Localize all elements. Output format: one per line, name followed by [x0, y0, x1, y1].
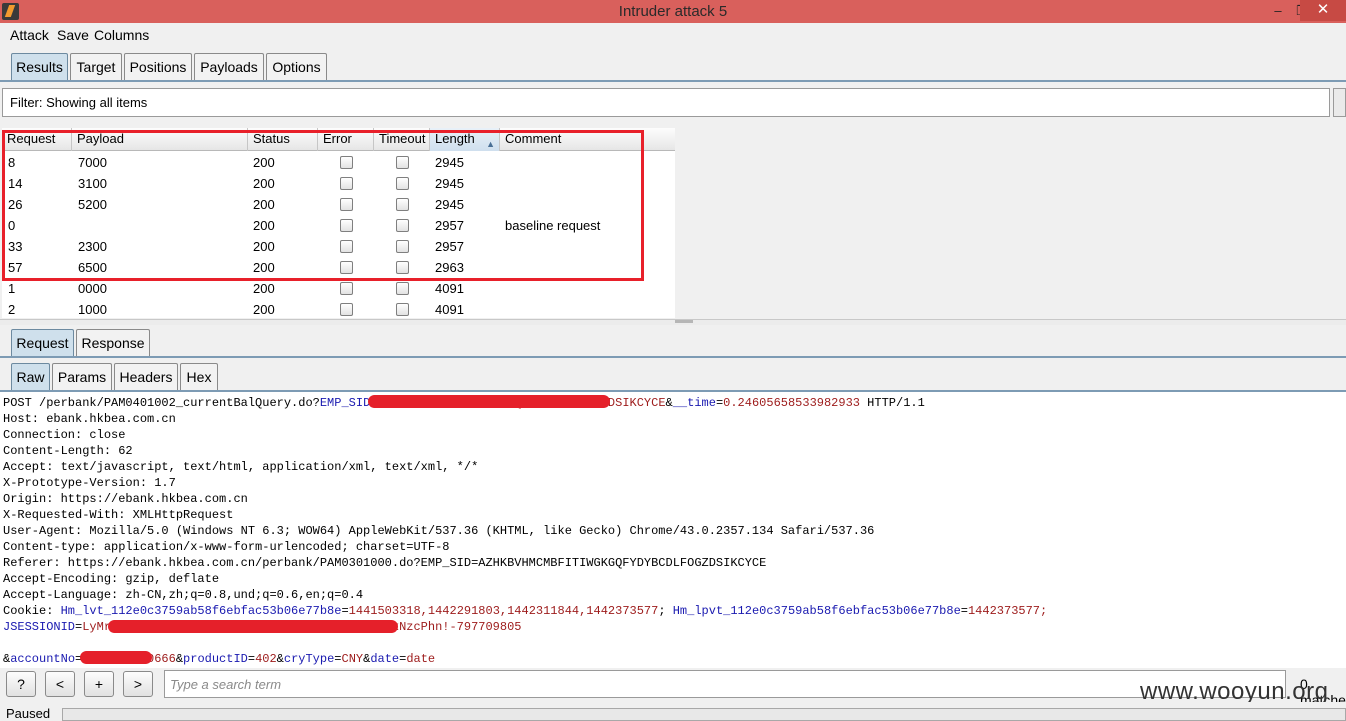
- request-body: &accountNo=xxxxxxxx00666&productID=402&c…: [3, 652, 436, 666]
- menu-bar: Attack Save Columns: [0, 24, 1346, 46]
- header-accept-encoding: Accept-Encoding: gzip, deflate: [3, 572, 220, 586]
- cell-length: 4091: [435, 302, 464, 317]
- header-content-type: Content-type: application/x-www-form-url…: [3, 540, 450, 554]
- timeout-checkbox[interactable]: [396, 282, 409, 295]
- error-checkbox[interactable]: [340, 282, 353, 295]
- raw-request-pane[interactable]: POST /perbank/PAM0401002_currentBalQuery…: [0, 392, 1346, 668]
- tab-request[interactable]: Request: [11, 329, 74, 356]
- filter-text: Filter: Showing all items: [10, 95, 148, 110]
- cell-status: 200: [253, 302, 275, 317]
- status-text: Paused: [6, 706, 51, 721]
- header-x-prototype-version: X-Prototype-Version: 1.7: [3, 476, 176, 490]
- header-accept-language: Accept-Language: zh-CN,zh;q=0.8,und;q=0.…: [3, 588, 364, 602]
- header-host: Host: ebank.hkbea.com.cn: [3, 412, 176, 426]
- redaction-mark: [368, 395, 610, 408]
- highlight-box: [2, 130, 644, 281]
- cell-payload: 0000: [78, 281, 107, 296]
- header-origin: Origin: https://ebank.hkbea.com.cn: [3, 492, 248, 506]
- cell-request: 2: [8, 302, 16, 317]
- help-button[interactable]: ?: [6, 671, 36, 697]
- window-title: Intruder attack 5: [618, 3, 728, 20]
- timeout-checkbox[interactable]: [396, 303, 409, 316]
- header-cookie: Cookie: Hm_lvt_112e0c3759ab58f6ebfac53b0…: [3, 604, 1048, 618]
- header-x-requested-with: X-Requested-With: XMLHttpRequest: [3, 508, 234, 522]
- table-row[interactable]: 2 1000 200 4091: [2, 299, 675, 318]
- tab-payloads[interactable]: Payloads: [194, 53, 264, 80]
- tab-raw[interactable]: Raw: [11, 363, 50, 390]
- add-button[interactable]: +: [84, 671, 114, 697]
- header-connection: Connection: close: [3, 428, 126, 442]
- tab-hex[interactable]: Hex: [180, 363, 218, 390]
- splitter-grip-icon[interactable]: [675, 320, 693, 323]
- header-referer: Referer: https://ebank.hkbea.com.cn/perb…: [3, 556, 767, 570]
- filter-help-button[interactable]: [1333, 88, 1346, 117]
- tab-params[interactable]: Params: [52, 363, 112, 390]
- redaction-mark: [108, 620, 398, 633]
- tab-response[interactable]: Response: [76, 329, 150, 356]
- cell-request: 1: [8, 281, 16, 296]
- minimize-icon[interactable]: –: [1268, 2, 1288, 20]
- close-icon[interactable]: ✕: [1300, 0, 1346, 21]
- previous-match-button[interactable]: <: [45, 671, 75, 697]
- next-match-button[interactable]: >: [123, 671, 153, 697]
- menu-save[interactable]: Save: [57, 27, 89, 43]
- tab-underline: [0, 80, 1346, 82]
- table-row[interactable]: 1 0000 200 4091: [2, 278, 675, 299]
- error-checkbox[interactable]: [340, 303, 353, 316]
- pane-splitter[interactable]: [0, 319, 1346, 325]
- tab-options[interactable]: Options: [266, 53, 327, 80]
- tab-results[interactable]: Results: [11, 53, 68, 80]
- reqresp-tab-underline: [0, 356, 1346, 358]
- burp-app-icon: [2, 3, 19, 20]
- tab-target[interactable]: Target: [70, 53, 122, 80]
- tab-headers[interactable]: Headers: [114, 363, 178, 390]
- header-user-agent: User-Agent: Mozilla/5.0 (Windows NT 6.3;…: [3, 524, 875, 538]
- filter-bar[interactable]: Filter: Showing all items: [2, 88, 1330, 117]
- tab-positions[interactable]: Positions: [124, 53, 192, 80]
- cell-status: 200: [253, 281, 275, 296]
- header-accept: Accept: text/javascript, text/html, appl…: [3, 460, 479, 474]
- cell-payload: 1000: [78, 302, 107, 317]
- menu-attack[interactable]: Attack: [10, 27, 49, 43]
- cell-length: 4091: [435, 281, 464, 296]
- menu-columns[interactable]: Columns: [94, 27, 149, 43]
- title-bar: Intruder attack 5: [0, 0, 1346, 23]
- header-content-length: Content-Length: 62: [3, 444, 133, 458]
- search-input[interactable]: [164, 670, 1286, 698]
- redaction-mark: [80, 651, 152, 664]
- progress-bar: [62, 708, 1346, 721]
